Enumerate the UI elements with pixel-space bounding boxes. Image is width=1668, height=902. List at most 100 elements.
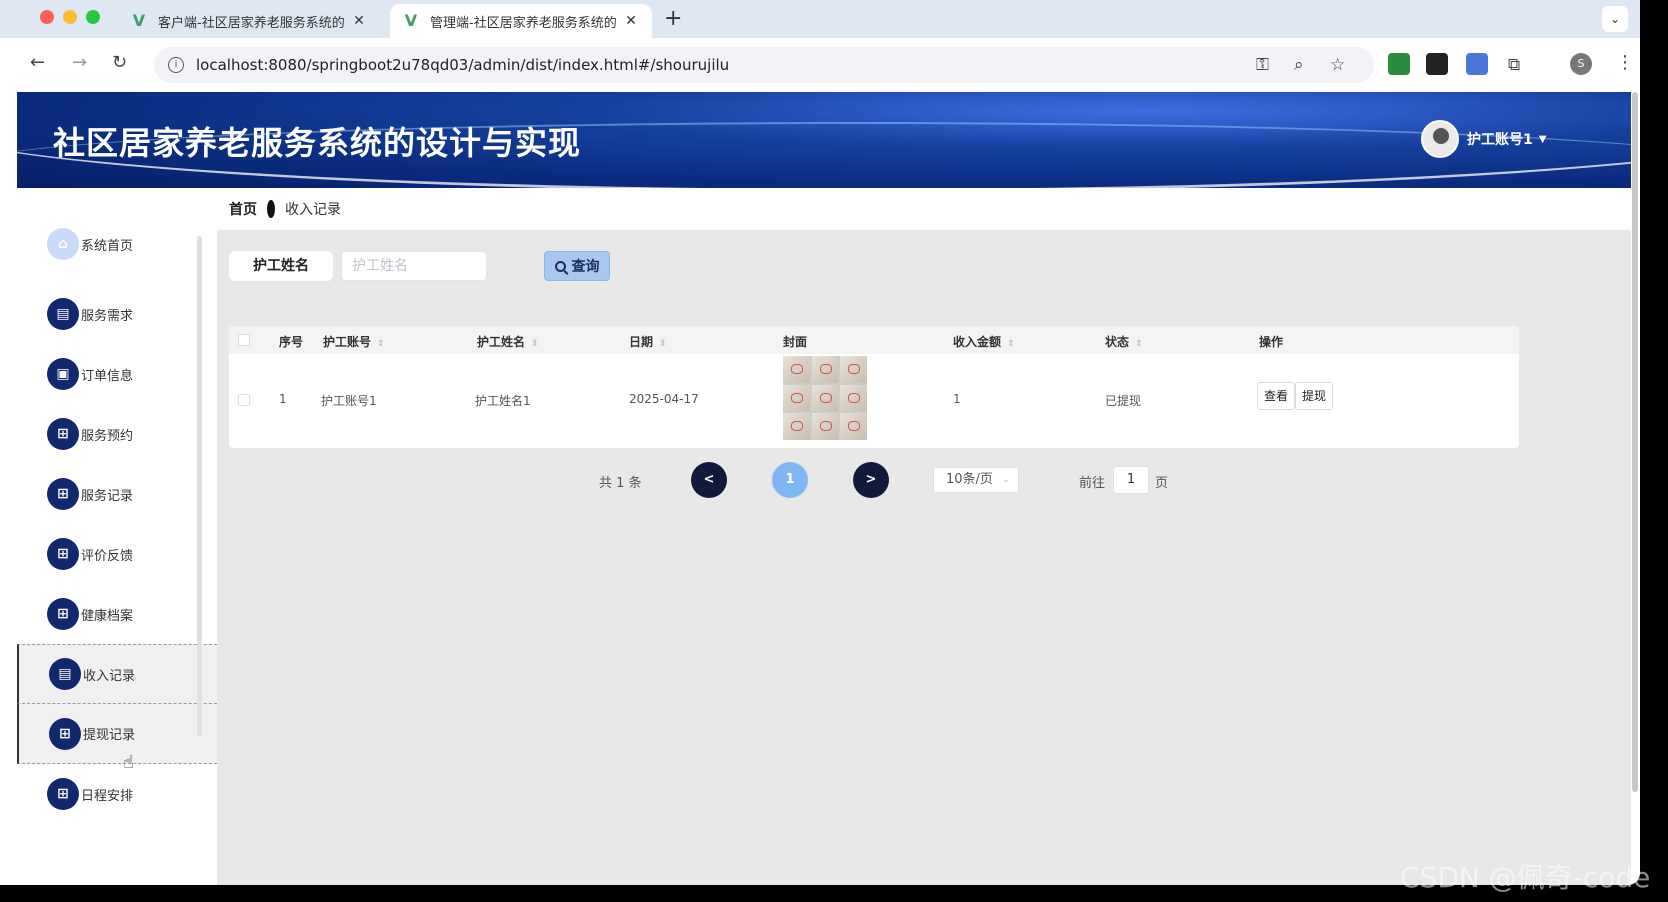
cell-account: 护工账号1 bbox=[321, 394, 377, 408]
header-account-label: 护工账号 bbox=[323, 335, 372, 349]
cover-thumb bbox=[811, 413, 839, 440]
vue-logo-icon: V bbox=[132, 11, 146, 30]
header-date[interactable]: 日期 ⇕ bbox=[629, 333, 667, 350]
home-icon: ⌂ bbox=[47, 228, 79, 260]
goto-page-input[interactable]: 1 bbox=[1113, 466, 1149, 494]
sidebar-item-label: 日程安排 bbox=[81, 788, 134, 804]
admin-app: 社区居家养老服务系统的设计与实现 护工账号1 ▼ ⌂ 系统首页 ▤ 服务需求 ▣… bbox=[17, 92, 1631, 885]
breadcrumb-separator-icon bbox=[267, 200, 275, 218]
cover-thumb bbox=[840, 413, 867, 440]
user-avatar bbox=[1421, 120, 1459, 158]
sidebar-item-label: 健康档案 bbox=[81, 608, 134, 624]
sidebar-item-label: 服务预约 bbox=[81, 428, 134, 444]
page-scrollbar[interactable] bbox=[1632, 92, 1638, 792]
caret-down-icon: ▼ bbox=[1538, 133, 1547, 145]
header-name[interactable]: 护工姓名 ⇕ bbox=[477, 333, 539, 350]
next-page-button[interactable]: > bbox=[853, 462, 889, 498]
sidebar-item-label: 系统首页 bbox=[81, 238, 134, 254]
page-size-select[interactable]: 10条/页 ⌄ bbox=[933, 467, 1019, 493]
search-button[interactable]: 查询 bbox=[544, 251, 610, 281]
breadcrumb-home[interactable]: 首页 bbox=[229, 199, 257, 219]
tab-search-chevron-icon[interactable]: ⌄ bbox=[1602, 6, 1628, 32]
app-title: 社区居家养老服务系统的设计与实现 bbox=[53, 124, 582, 162]
sidebar-item-health-records[interactable]: ⊞ 健康档案 bbox=[17, 584, 217, 644]
minimize-window-button[interactable] bbox=[63, 10, 77, 24]
search-icon bbox=[554, 260, 566, 272]
sidebar-item-schedule[interactable]: ⊞ 日程安排 bbox=[17, 764, 217, 824]
back-arrow-icon[interactable]: ← bbox=[30, 52, 45, 73]
pagination-total: 共 1 条 bbox=[599, 476, 642, 491]
cover-thumb bbox=[811, 384, 839, 412]
cover-image[interactable] bbox=[783, 356, 867, 440]
forward-arrow-icon[interactable]: → bbox=[72, 52, 87, 73]
extensions-puzzle-icon[interactable]: ⧉ bbox=[1508, 55, 1520, 75]
select-all-checkbox[interactable] bbox=[238, 334, 250, 346]
sidebar-item-booking[interactable]: ⊞ 服务预约 bbox=[17, 404, 217, 464]
view-button[interactable]: 查看 bbox=[1257, 382, 1296, 410]
cell-date: 2025-04-17 bbox=[629, 392, 699, 406]
header-amount-label: 收入金额 bbox=[953, 335, 1002, 349]
header-actions: 操作 bbox=[1259, 335, 1284, 349]
reload-icon[interactable]: ↻ bbox=[112, 52, 127, 73]
chevron-down-icon: ⌄ bbox=[1001, 474, 1010, 485]
sidebar-item-service-demand[interactable]: ▤ 服务需求 bbox=[17, 284, 217, 344]
briefcase-icon: ▣ bbox=[47, 358, 79, 390]
browser-menu-icon[interactable]: ⋮ bbox=[1616, 52, 1634, 73]
table-header: 序号 护工账号 ⇕ 护工姓名 ⇕ 日期 ⇕ 封面 收入金额 ⇕ 状态 ⇕ 操作 bbox=[229, 326, 1519, 354]
grid-icon: ⊞ bbox=[47, 598, 79, 630]
sort-icon[interactable]: ⇕ bbox=[659, 339, 667, 349]
page-number-button[interactable]: 1 bbox=[772, 462, 808, 498]
cell-name: 护工姓名1 bbox=[475, 394, 531, 408]
site-info-icon[interactable]: i bbox=[168, 57, 184, 73]
maximize-window-button[interactable] bbox=[86, 10, 100, 24]
prev-page-button[interactable]: < bbox=[691, 462, 727, 498]
cover-thumb bbox=[783, 356, 810, 383]
header-status[interactable]: 状态 ⇕ bbox=[1105, 333, 1143, 350]
sidebar-item-service-records[interactable]: ⊞ 服务记录 bbox=[17, 464, 217, 524]
pagination: 共 1 条 < 1 > 10条/页 ⌄ 前往 1 页 bbox=[217, 462, 1631, 498]
header-cover: 封面 bbox=[783, 335, 808, 349]
close-tab-icon[interactable]: ✕ bbox=[350, 13, 368, 29]
withdraw-button[interactable]: 提现 bbox=[1295, 382, 1334, 410]
close-window-button[interactable] bbox=[40, 10, 54, 24]
close-tab-icon[interactable]: ✕ bbox=[622, 13, 640, 29]
sidebar-item-income-records[interactable]: ▤ 收入记录 bbox=[17, 644, 217, 704]
header-amount[interactable]: 收入金额 ⇕ bbox=[953, 333, 1015, 350]
sort-icon[interactable]: ⇕ bbox=[1135, 339, 1143, 349]
password-key-icon[interactable]: ⚿ bbox=[1256, 55, 1269, 75]
sort-icon[interactable]: ⇕ bbox=[531, 339, 539, 349]
sidebar-item-feedback[interactable]: ⊞ 评价反馈 bbox=[17, 524, 217, 584]
header-status-label: 状态 bbox=[1105, 335, 1130, 349]
sidebar-item-orders[interactable]: ▣ 订单信息 bbox=[17, 344, 217, 404]
clipboard-icon: ▤ bbox=[47, 298, 79, 330]
row-checkbox[interactable] bbox=[238, 394, 250, 406]
header-date-label: 日期 bbox=[629, 335, 654, 349]
translate-icon[interactable] bbox=[1466, 53, 1488, 75]
vue-logo-icon: V bbox=[404, 11, 418, 30]
browser-tab-client[interactable]: V 客户端-社区居家养老服务系统的 ✕ bbox=[118, 4, 380, 38]
extension-chart-icon[interactable] bbox=[1426, 53, 1448, 75]
url-text: localhost:8080/springboot2u78qd03/admin/… bbox=[196, 56, 730, 74]
profile-avatar[interactable]: S bbox=[1570, 53, 1592, 75]
address-bar[interactable]: i localhost:8080/springboot2u78qd03/admi… bbox=[154, 47, 1374, 83]
new-tab-button[interactable]: + bbox=[664, 6, 682, 31]
cover-thumb bbox=[811, 356, 839, 383]
header-name-label: 护工姓名 bbox=[477, 335, 526, 349]
sidebar-item-label: 评价反馈 bbox=[81, 548, 134, 564]
search-field-label: 护工姓名 bbox=[229, 251, 333, 281]
sidebar-item-withdraw-records[interactable]: ⊞ 提现记录 bbox=[17, 704, 217, 764]
sidebar-scrollbar[interactable] bbox=[197, 236, 202, 736]
zoom-icon[interactable]: ⌕ bbox=[1294, 55, 1304, 75]
tab-strip: V 客户端-社区居家养老服务系统的 ✕ V 管理端-社区居家养老服务系统的 ✕ … bbox=[0, 0, 1640, 38]
extension-on-icon[interactable] bbox=[1388, 53, 1410, 75]
sort-icon[interactable]: ⇕ bbox=[1007, 339, 1015, 349]
table-row: 1 护工账号1 护工姓名1 2025-04-17 1 已提现 查看 提现 bbox=[229, 354, 1519, 448]
sort-icon[interactable]: ⇕ bbox=[377, 339, 385, 349]
header-account[interactable]: 护工账号 ⇕ bbox=[323, 333, 385, 350]
caregiver-name-search-input[interactable] bbox=[341, 251, 487, 281]
breadcrumb: 首页 收入记录 bbox=[217, 188, 1631, 230]
browser-tab-admin[interactable]: V 管理端-社区居家养老服务系统的 ✕ bbox=[390, 4, 652, 38]
bookmark-star-icon[interactable]: ☆ bbox=[1330, 55, 1345, 75]
sidebar-item-home[interactable]: ⌂ 系统首页 bbox=[17, 214, 217, 274]
user-menu[interactable]: 护工账号1 ▼ bbox=[1421, 120, 1546, 158]
